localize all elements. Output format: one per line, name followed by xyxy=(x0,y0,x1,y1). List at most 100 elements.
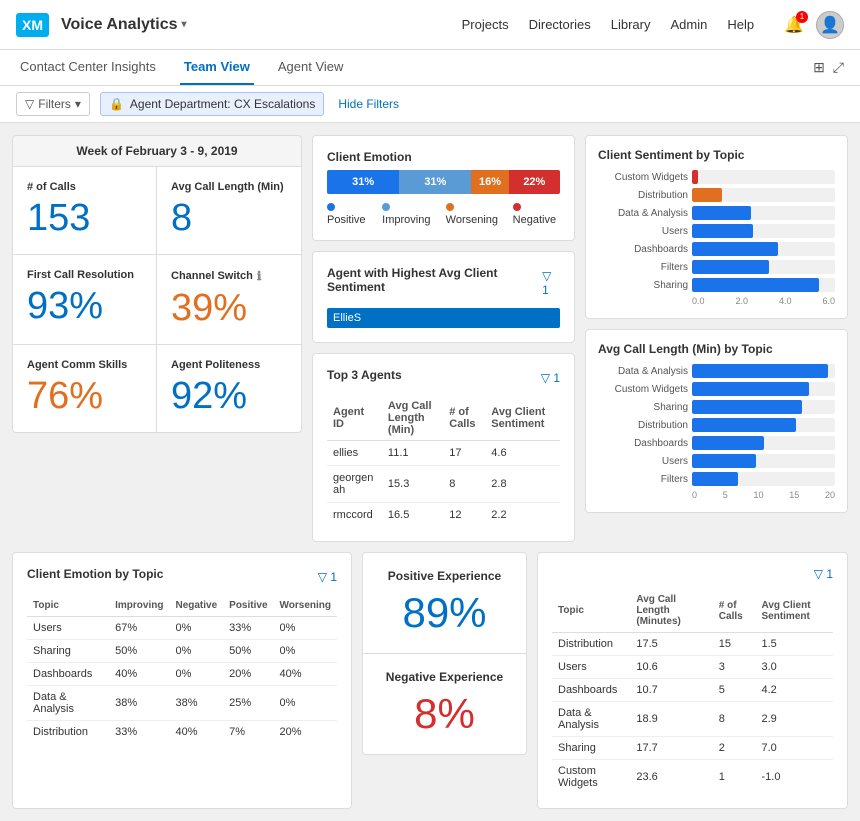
subnav-agent-view[interactable]: Agent View xyxy=(274,50,348,85)
bar-label-cw-call: Custom Widgets xyxy=(598,384,688,395)
positive-experience-section: Positive Experience 89% xyxy=(362,552,527,654)
bottom-dashboard: Client Emotion by Topic ▽ 1 Topic Improv… xyxy=(12,552,848,809)
emotion-positive: 31% xyxy=(327,170,399,194)
title-dropdown-arrow[interactable]: ▾ xyxy=(182,19,187,30)
nav-library[interactable]: Library xyxy=(611,17,651,32)
agent-sentiment-card: Agent with Highest Avg Client Sentiment … xyxy=(312,251,575,343)
negative-5: 40% xyxy=(169,721,223,744)
ts-calls-3: 5 xyxy=(713,679,756,702)
subnav-team-view[interactable]: Team View xyxy=(180,50,254,85)
top-agents-table: Agent ID Avg Call Length (Min) # of Call… xyxy=(327,396,560,527)
notifications-bell[interactable]: 🔔 1 xyxy=(784,15,804,35)
emotion-bar: 31% 31% 16% 22% xyxy=(327,170,560,194)
topic-summary-header: ▽ 1 xyxy=(552,567,833,581)
agent-sentiment-bar: EllieS xyxy=(327,308,560,328)
experience-card: Positive Experience 89% Negative Experie… xyxy=(362,552,527,809)
sentiment-by-topic-card: Client Sentiment by Topic Custom Widgets… xyxy=(585,135,848,319)
bar-filters-call: Filters xyxy=(598,472,835,486)
ts-topic-4: Data & Analysis xyxy=(552,702,630,737)
col-negative: Negative xyxy=(169,595,223,617)
col-sentiment: Avg Client Sentiment xyxy=(485,396,560,441)
agent-name: EllieS xyxy=(333,312,361,324)
metric-avg-call-length: Avg Call Length (Min) 8 xyxy=(157,167,301,255)
agent-sentiment-header: Agent with Highest Avg Client Sentiment … xyxy=(327,266,560,300)
metric-politeness-label: Agent Politeness xyxy=(171,359,287,371)
positive-2: 50% xyxy=(223,640,273,663)
sentiment-x-axis: 0.02.04.06.0 xyxy=(598,296,835,306)
emotion-by-topic-filter[interactable]: ▽ 1 xyxy=(318,570,337,584)
sentiment-by-topic-chart: Custom Widgets Distribution Data & Analy… xyxy=(598,170,835,306)
emotion-improving: 31% xyxy=(399,170,471,194)
avg-call-by-topic-title: Avg Call Length (Min) by Topic xyxy=(598,342,835,356)
expand-icon[interactable]: ⤢ xyxy=(833,59,844,76)
ts-len-5: 17.7 xyxy=(630,737,712,760)
bar-fill-da-call xyxy=(692,364,828,378)
sentiment-3: 2.2 xyxy=(485,503,560,528)
table-row: Dashboards 40% 0% 20% 40% xyxy=(27,663,337,686)
grid-icon[interactable]: ⊞ xyxy=(813,59,825,76)
bar-track-users-call xyxy=(692,454,835,468)
info-icon: ℹ xyxy=(257,269,262,283)
table-row: georgen ah 15.3 8 2.8 xyxy=(327,466,560,503)
bar-fill-filters-call xyxy=(692,472,738,486)
nav-directories[interactable]: Directories xyxy=(529,17,591,32)
right-panel: Client Sentiment by Topic Custom Widgets… xyxy=(585,135,848,542)
legend-positive: Positive xyxy=(327,202,370,226)
header: XM Voice Analytics ▾ Projects Directorie… xyxy=(0,0,860,50)
worsening-5: 20% xyxy=(274,721,337,744)
table-row: Sharing 50% 0% 50% 0% xyxy=(27,640,337,663)
col-calls: # of Calls xyxy=(443,396,485,441)
worsening-1: 0% xyxy=(274,617,337,640)
hide-filters-link[interactable]: Hide Filters xyxy=(338,97,399,111)
left-metrics-panel: Week of February 3 - 9, 2019 # of Calls … xyxy=(12,135,302,542)
filters-button[interactable]: ▽ Filters ▾ xyxy=(16,92,90,116)
bar-label-cw: Custom Widgets xyxy=(598,172,688,183)
app-title-text: Voice Analytics xyxy=(61,16,178,34)
negative-experience-section: Negative Experience 8% xyxy=(362,654,527,755)
bar-fill-db xyxy=(692,242,778,256)
top-agents-filter[interactable]: ▽ 1 xyxy=(541,371,560,385)
bar-dist-call: Distribution xyxy=(598,418,835,432)
positive-5: 7% xyxy=(223,721,273,744)
nav-admin[interactable]: Admin xyxy=(670,17,707,32)
metric-comm-skills: Agent Comm Skills 76% xyxy=(13,345,157,432)
bar-fill-s xyxy=(692,278,819,292)
topic-summary-filter[interactable]: ▽ 1 xyxy=(814,567,833,581)
ts-len-4: 18.9 xyxy=(630,702,712,737)
filters-label: Filters xyxy=(38,97,71,111)
top-dashboard: Week of February 3 - 9, 2019 # of Calls … xyxy=(12,135,848,542)
topic-5: Distribution xyxy=(27,721,109,744)
improving-5: 33% xyxy=(109,721,169,744)
emotion-by-topic-card: Client Emotion by Topic ▽ 1 Topic Improv… xyxy=(12,552,352,809)
improving-4: 38% xyxy=(109,686,169,721)
table-row: ellies 11.1 17 4.6 xyxy=(327,441,560,466)
agent-dept-filter: Agent Department: CX Escalations xyxy=(130,97,315,111)
emotion-by-topic-header: Client Emotion by Topic ▽ 1 xyxy=(27,567,337,587)
nav-help[interactable]: Help xyxy=(727,17,754,32)
bar-label-f: Filters xyxy=(598,262,688,273)
positive-1: 33% xyxy=(223,617,273,640)
calls-1: 17 xyxy=(443,441,485,466)
ts-len-2: 10.6 xyxy=(630,656,712,679)
positive-3: 20% xyxy=(223,663,273,686)
subnav-contact-center[interactable]: Contact Center Insights xyxy=(16,50,160,85)
filter-funnel-icon: ▽ xyxy=(25,97,34,111)
positive-exp-value: 89% xyxy=(379,589,510,637)
bar-label-da-call: Data & Analysis xyxy=(598,366,688,377)
header-nav: Projects Directories Library Admin Help … xyxy=(462,11,844,39)
negative-2: 0% xyxy=(169,640,223,663)
topic-2: Sharing xyxy=(27,640,109,663)
agent-sentiment-filter[interactable]: ▽ 1 xyxy=(542,269,560,297)
improving-1: 67% xyxy=(109,617,169,640)
user-avatar[interactable]: 👤 xyxy=(816,11,844,39)
bell-badge: 1 xyxy=(796,11,808,23)
bar-fill-u xyxy=(692,224,753,238)
ts-sent-4: 2.9 xyxy=(755,702,833,737)
negative-4: 38% xyxy=(169,686,223,721)
nav-projects[interactable]: Projects xyxy=(462,17,509,32)
agent-sentiment-title: Agent with Highest Avg Client Sentiment xyxy=(327,266,542,294)
topic-4: Data & Analysis xyxy=(27,686,109,721)
bar-fill-da xyxy=(692,206,751,220)
avg-len-2: 15.3 xyxy=(382,466,443,503)
bar-users-call: Users xyxy=(598,454,835,468)
